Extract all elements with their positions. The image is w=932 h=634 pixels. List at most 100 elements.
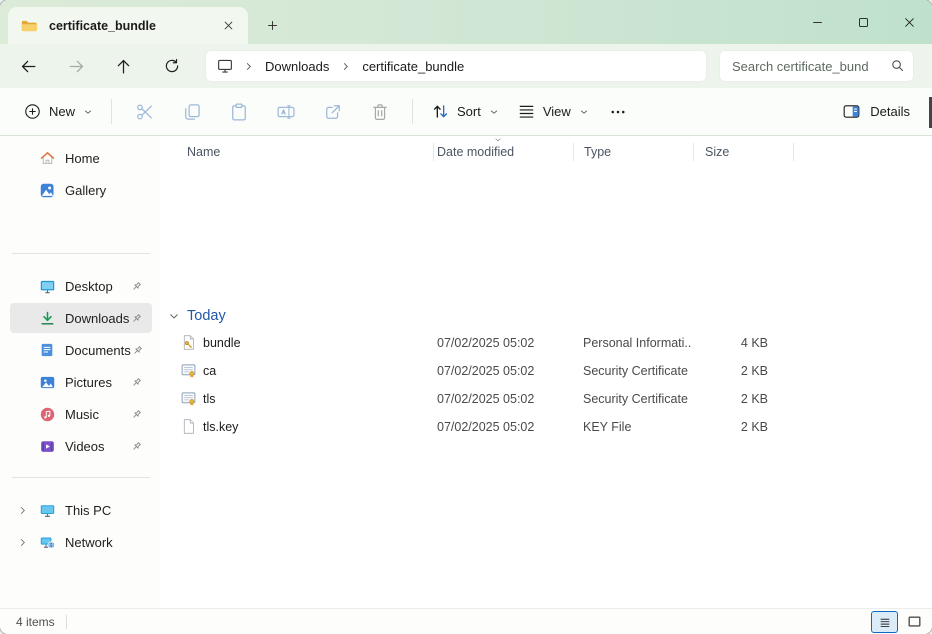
sort-chevron-down-icon (493, 136, 503, 144)
cut-button[interactable] (121, 94, 168, 130)
file-date-modified: 07/02/2025 05:02 (437, 364, 534, 378)
plus-circle-icon (23, 102, 42, 121)
up-button[interactable] (107, 55, 139, 77)
sidebar-item-label: Desktop (65, 279, 130, 294)
sidebar-separator (12, 477, 150, 478)
column-separator[interactable] (573, 143, 574, 161)
file-name: ca (203, 364, 216, 378)
paste-button[interactable] (215, 94, 262, 130)
new-tab-button[interactable] (258, 12, 286, 38)
back-button[interactable] (12, 55, 44, 77)
rename-button[interactable] (262, 94, 309, 130)
column-header-size[interactable]: Size (705, 140, 729, 164)
forward-button[interactable] (60, 55, 92, 77)
file-date-modified: 07/02/2025 05:02 (437, 336, 534, 350)
sidebar-item-this-pc[interactable]: This PC (10, 495, 152, 525)
file-name: bundle (203, 336, 241, 350)
maximize-button[interactable] (840, 0, 886, 44)
status-separator (66, 615, 67, 629)
sidebar-item-desktop[interactable]: Desktop (10, 271, 152, 301)
sidebar-item-label: Downloads (65, 311, 130, 326)
thumbnail-view-toggle[interactable] (906, 614, 923, 629)
details-pane-button[interactable]: Details (836, 95, 916, 129)
file-explorer-window: certificate_bundle (0, 0, 932, 634)
view-button[interactable]: View (508, 95, 598, 129)
sidebar-item-videos[interactable]: Videos (10, 431, 152, 461)
file-row-ca[interactable]: ca 07/02/2025 05:02 Security Certificate… (164, 357, 926, 385)
breadcrumb[interactable]: Downloads certificate_bundle (205, 50, 707, 82)
refresh-button[interactable] (156, 55, 188, 77)
more-options-button[interactable] (598, 94, 638, 130)
pin-icon (130, 312, 143, 325)
file-row-tls[interactable]: tls 07/02/2025 05:02 Security Certificat… (164, 385, 926, 413)
chevron-right-icon[interactable] (16, 505, 28, 516)
file-row-bundle[interactable]: bundle 07/02/2025 05:02 Personal Informa… (164, 329, 926, 357)
search-input[interactable] (719, 50, 914, 82)
column-separator[interactable] (693, 143, 694, 161)
breadcrumb-item-certificate-bundle[interactable]: certificate_bundle (356, 59, 470, 74)
sort-button-label: Sort (457, 104, 481, 119)
minimize-button[interactable] (794, 0, 840, 44)
navigation-sidebar: Home Gallery Desktop Downloads (0, 136, 160, 608)
chevron-down-icon (83, 107, 93, 117)
file-row-tls-key[interactable]: tls.key 07/02/2025 05:02 KEY File 2 KB (164, 413, 926, 441)
pin-icon (131, 344, 144, 357)
file-type: Security Certificate (583, 392, 691, 406)
file-date-modified: 07/02/2025 05:02 (437, 420, 534, 434)
sidebar-item-music[interactable]: Music (10, 399, 152, 429)
delete-button[interactable] (356, 94, 403, 130)
view-button-label: View (543, 104, 571, 119)
window-controls (794, 0, 932, 44)
sidebar-item-label: Videos (65, 439, 130, 454)
new-button-label: New (49, 104, 75, 119)
sidebar-item-downloads[interactable]: Downloads (10, 303, 152, 333)
videos-icon (38, 437, 56, 455)
security-certificate-file-icon (180, 362, 197, 379)
file-date-modified: 07/02/2025 05:02 (437, 392, 534, 406)
explorer-tab[interactable]: certificate_bundle (8, 7, 248, 44)
sort-button[interactable]: Sort (422, 95, 508, 129)
breadcrumb-item-downloads[interactable]: Downloads (259, 59, 335, 74)
file-size: 4 KB (693, 336, 768, 350)
key-file-icon (180, 418, 197, 435)
file-name: tls.key (203, 420, 238, 434)
navigation-bar: Downloads certificate_bundle (0, 44, 932, 88)
new-button[interactable]: New (14, 95, 102, 129)
tab-close-icon[interactable] (216, 14, 240, 38)
search-icon[interactable] (890, 58, 905, 73)
this-pc-icon[interactable] (216, 57, 234, 75)
file-name: tls (203, 392, 216, 406)
folder-icon (21, 19, 38, 33)
details-pane-label: Details (870, 104, 910, 119)
file-list-pane: Name Date modified Type Size Today bundl… (160, 136, 932, 608)
details-view-toggle[interactable] (871, 611, 898, 633)
titlebar: certificate_bundle (0, 0, 932, 44)
chevron-down-icon (579, 107, 589, 117)
item-count: 4 items (16, 615, 55, 629)
file-type: Security Certificate (583, 364, 691, 378)
close-button[interactable] (886, 0, 932, 44)
column-header-name[interactable]: Name (187, 140, 220, 164)
sidebar-item-label: Documents (65, 343, 131, 358)
column-header-type[interactable]: Type (584, 140, 611, 164)
file-type: Personal Informati... (583, 336, 691, 350)
file-size: 2 KB (693, 420, 768, 434)
sidebar-item-label: Network (65, 535, 152, 550)
file-type: KEY File (583, 420, 691, 434)
sidebar-item-documents[interactable]: Documents (10, 335, 152, 365)
share-button[interactable] (309, 94, 356, 130)
status-bar: 4 items (0, 608, 932, 634)
column-separator[interactable] (793, 143, 794, 161)
copy-button[interactable] (168, 94, 215, 130)
sidebar-item-label: Home (65, 151, 152, 166)
pin-icon (130, 440, 143, 453)
sidebar-item-network[interactable]: Network (10, 527, 152, 557)
network-icon (38, 533, 56, 551)
sidebar-item-home[interactable]: Home (10, 143, 152, 173)
column-separator[interactable] (433, 143, 434, 161)
sidebar-item-pictures[interactable]: Pictures (10, 367, 152, 397)
chevron-down-icon[interactable] (168, 310, 180, 322)
chevron-right-icon[interactable] (16, 537, 28, 548)
sidebar-item-gallery[interactable]: Gallery (10, 175, 152, 205)
pin-icon (130, 376, 143, 389)
